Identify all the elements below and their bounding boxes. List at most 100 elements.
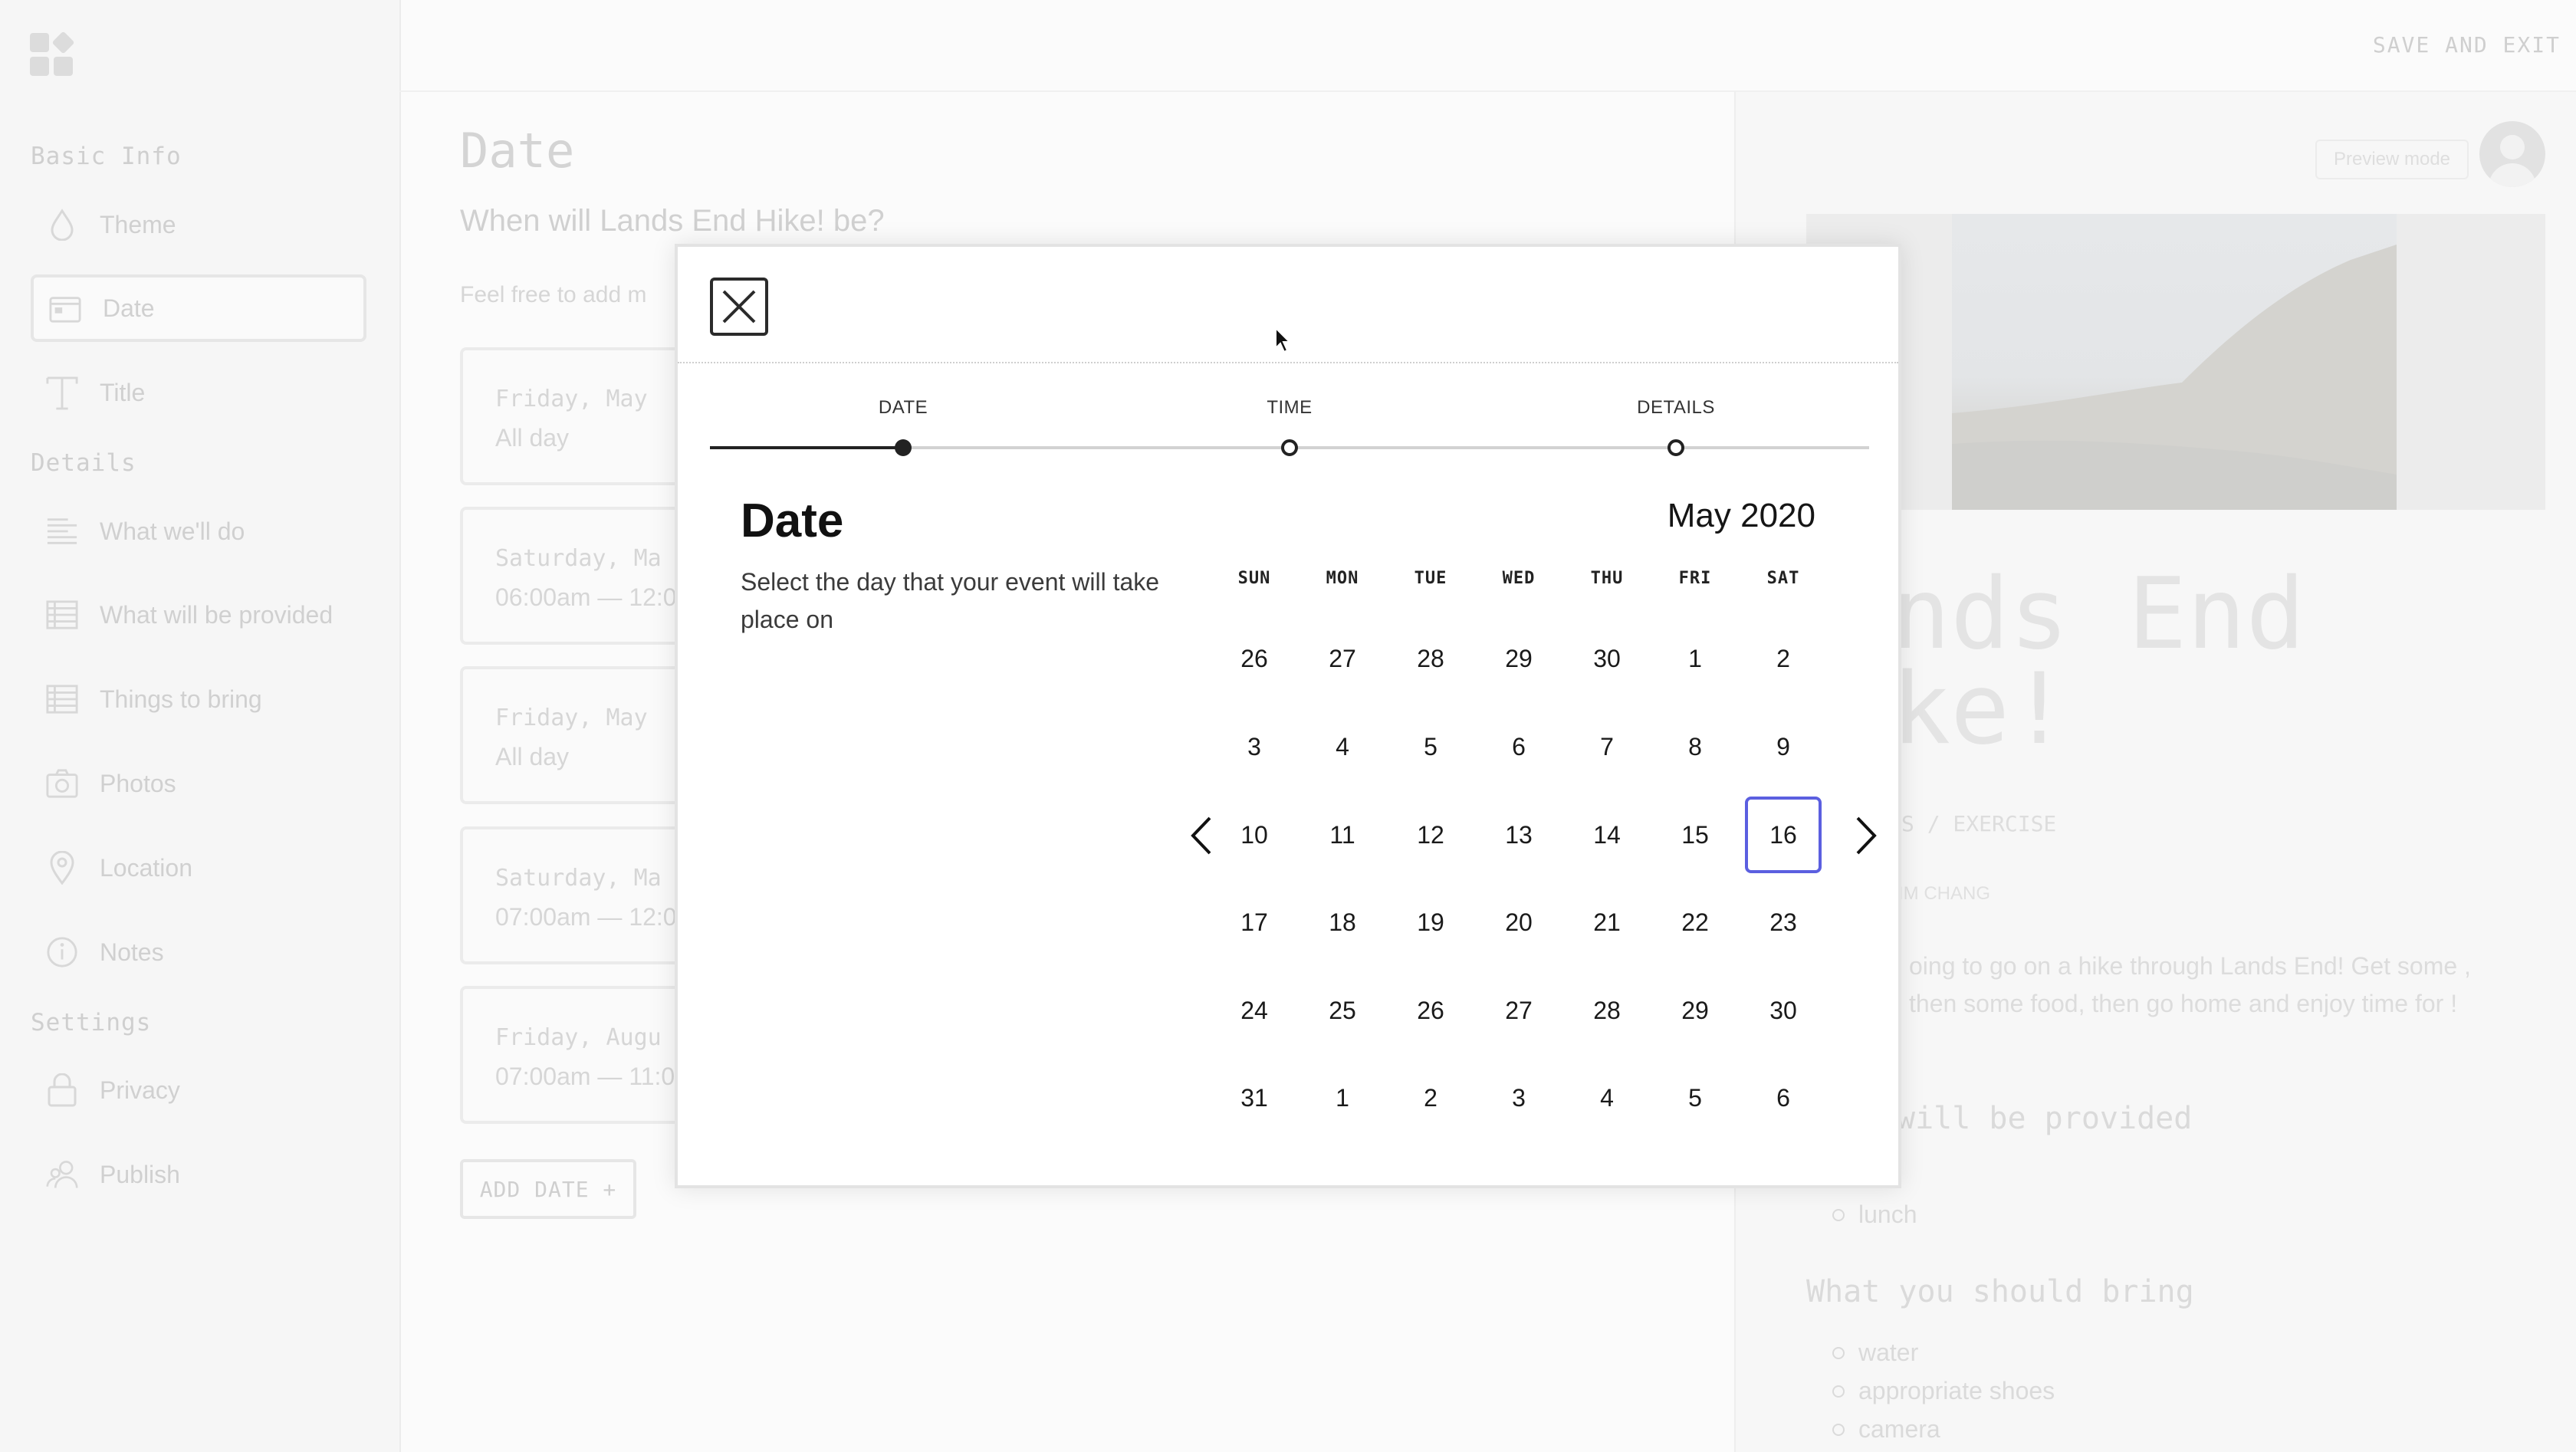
sidebar-item-label: Theme bbox=[100, 210, 176, 238]
calendar-day[interactable]: 15 bbox=[1657, 797, 1733, 873]
app-logo-icon[interactable] bbox=[30, 31, 75, 76]
calendar-day[interactable]: 19 bbox=[1392, 884, 1469, 961]
avatar[interactable] bbox=[2479, 121, 2545, 187]
calendar-day[interactable]: 20 bbox=[1480, 884, 1557, 961]
calendar-day[interactable]: 22 bbox=[1657, 884, 1733, 961]
close-button[interactable] bbox=[710, 278, 768, 336]
calendar-day[interactable]: 6 bbox=[1745, 1059, 1822, 1136]
weekday-header: WED bbox=[1502, 569, 1536, 588]
calendar-day[interactable]: 5 bbox=[1657, 1059, 1733, 1136]
weekday-header: THU bbox=[1590, 569, 1624, 588]
calendar-day[interactable]: 17 bbox=[1216, 884, 1293, 961]
calendar-day[interactable]: 31 bbox=[1216, 1059, 1293, 1136]
calendar-day[interactable]: 23 bbox=[1745, 884, 1822, 961]
calendar-day[interactable]: 14 bbox=[1569, 797, 1645, 873]
calendar-day[interactable]: 24 bbox=[1216, 972, 1293, 1049]
calendar-day[interactable]: 27 bbox=[1304, 620, 1381, 697]
sidebar-item-things-to-bring[interactable]: Things to bring bbox=[31, 665, 366, 733]
next-month-button[interactable] bbox=[1847, 813, 1885, 859]
weekday-header: SUN bbox=[1237, 569, 1271, 588]
info-icon bbox=[46, 936, 78, 968]
calendar-day[interactable]: 29 bbox=[1480, 620, 1557, 697]
calendar-day[interactable]: 5 bbox=[1392, 708, 1469, 785]
step-label-details: DETAILS bbox=[1637, 397, 1715, 418]
sidebar-item-what-well-do[interactable]: What we'll do bbox=[31, 498, 366, 565]
drop-icon bbox=[46, 209, 78, 241]
date-card[interactable]: Friday, May All day bbox=[460, 347, 690, 485]
sidebar-item-photos[interactable]: Photos bbox=[31, 750, 366, 817]
pin-icon bbox=[46, 851, 78, 885]
calendar-day[interactable]: 26 bbox=[1216, 620, 1293, 697]
calendar-day[interactable]: 12 bbox=[1392, 797, 1469, 873]
date-card[interactable]: Saturday, Ma 06:00am — 12:0 bbox=[460, 507, 690, 645]
calendar-day[interactable]: 29 bbox=[1657, 972, 1733, 1049]
date-card[interactable]: Saturday, Ma 07:00am — 12:0 bbox=[460, 826, 690, 964]
preview-mode-button[interactable]: Preview mode bbox=[2315, 140, 2469, 179]
calendar-day[interactable]: 3 bbox=[1216, 708, 1293, 785]
page-subtitle: When will Lands End Hike! be? bbox=[460, 204, 885, 238]
calendar-day-selected[interactable]: 16 bbox=[1745, 797, 1822, 873]
calendar-day[interactable]: 27 bbox=[1480, 972, 1557, 1049]
sidebar-item-what-will-be-provided[interactable]: What will be provided bbox=[31, 581, 366, 649]
calendar-day[interactable]: 2 bbox=[1392, 1059, 1469, 1136]
chevron-left-icon bbox=[1191, 816, 1211, 855]
list-icon bbox=[46, 683, 78, 715]
date-card-time: All day bbox=[495, 743, 570, 770]
calendar-day[interactable]: 4 bbox=[1304, 708, 1381, 785]
modal-divider bbox=[678, 362, 1898, 363]
calendar-day[interactable]: 30 bbox=[1745, 972, 1822, 1049]
calendar-day[interactable]: 28 bbox=[1392, 620, 1469, 697]
sidebar-item-label: Privacy bbox=[100, 1076, 180, 1104]
mouse-cursor bbox=[1274, 326, 1293, 354]
page-hint: Feel free to add m bbox=[460, 282, 647, 307]
date-card-day: Friday, Augu bbox=[495, 1024, 662, 1051]
hero-image bbox=[1806, 214, 2545, 510]
sidebar-item-label: What we'll do bbox=[100, 517, 245, 545]
weekday-header: TUE bbox=[1414, 569, 1447, 588]
modal-description: Select the day that your event will take… bbox=[741, 568, 1160, 633]
calendar-day[interactable]: 2 bbox=[1745, 620, 1822, 697]
step-dot-time[interactable] bbox=[1281, 439, 1298, 456]
calendar-day[interactable]: 28 bbox=[1569, 972, 1645, 1049]
section-settings: Settings bbox=[31, 1009, 152, 1036]
date-card[interactable]: Friday, May All day bbox=[460, 666, 690, 804]
calendar-day[interactable]: 18 bbox=[1304, 884, 1381, 961]
sidebar-item-location[interactable]: Location bbox=[31, 834, 366, 902]
calendar-day[interactable]: 30 bbox=[1569, 620, 1645, 697]
calendar-day[interactable]: 1 bbox=[1657, 620, 1733, 697]
preview-bring-heading: What you should bring bbox=[1806, 1274, 2194, 1309]
calendar-day[interactable]: 1 bbox=[1304, 1059, 1381, 1136]
calendar-day[interactable]: 4 bbox=[1569, 1059, 1645, 1136]
calendar-day[interactable]: 7 bbox=[1569, 708, 1645, 785]
preview-event-title: ands End ike! bbox=[1832, 557, 2305, 767]
date-card[interactable]: Friday, Augu 07:00am — 11:0 bbox=[460, 986, 690, 1124]
prev-month-button[interactable] bbox=[1182, 813, 1221, 859]
calendar-day[interactable]: 21 bbox=[1569, 884, 1645, 961]
calendar-day[interactable]: 13 bbox=[1480, 797, 1557, 873]
calendar-day[interactable]: 9 bbox=[1745, 708, 1822, 785]
calendar-day[interactable]: 11 bbox=[1304, 797, 1381, 873]
sidebar-item-publish[interactable]: Publish bbox=[31, 1141, 366, 1208]
calendar-day[interactable]: 26 bbox=[1392, 972, 1469, 1049]
sidebar-item-title[interactable]: Title bbox=[31, 359, 366, 426]
add-date-button[interactable]: ADD DATE + bbox=[460, 1159, 636, 1219]
step-dot-details[interactable] bbox=[1668, 439, 1684, 456]
sidebar-item-date[interactable]: Date bbox=[31, 274, 366, 342]
sidebar-item-notes[interactable]: Notes bbox=[31, 918, 366, 986]
camera-icon bbox=[46, 767, 78, 800]
lock-icon bbox=[46, 1073, 78, 1107]
step-label-date: DATE bbox=[878, 397, 928, 418]
sidebar-item-privacy[interactable]: Privacy bbox=[31, 1056, 366, 1124]
calendar-day[interactable]: 10 bbox=[1216, 797, 1293, 873]
sidebar-item-theme[interactable]: Theme bbox=[31, 191, 366, 258]
calendar-day[interactable]: 6 bbox=[1480, 708, 1557, 785]
list-item: lunch bbox=[1832, 1201, 1917, 1229]
list-item: appropriate shoes bbox=[1832, 1377, 2055, 1405]
calendar-day[interactable]: 3 bbox=[1480, 1059, 1557, 1136]
save-and-exit-button[interactable]: SAVE AND EXIT bbox=[2373, 32, 2561, 57]
step-dot-date[interactable] bbox=[895, 439, 912, 456]
list-item: water bbox=[1832, 1339, 1918, 1367]
weekday-header: SAT bbox=[1766, 569, 1800, 588]
calendar-day[interactable]: 8 bbox=[1657, 708, 1733, 785]
calendar-day[interactable]: 25 bbox=[1304, 972, 1381, 1049]
